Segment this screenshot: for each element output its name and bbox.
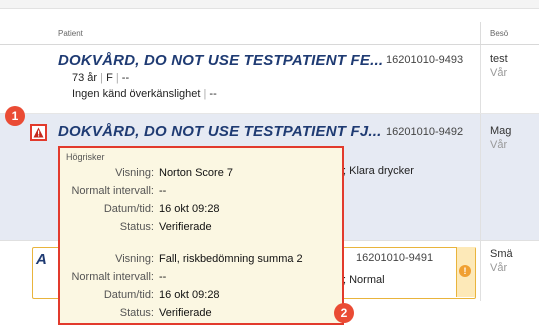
tooltip-field-datum: Datum/tid: 16 okt 09:28 <box>103 203 220 215</box>
column-header-patient[interactable]: Patient <box>58 29 83 38</box>
column-divider <box>480 114 481 240</box>
column-header-besok[interactable]: Besö <box>490 29 508 38</box>
diet-info: ; Normal <box>343 274 385 286</box>
list-header: Patient Besö <box>0 22 539 45</box>
visit-unit: Vår <box>490 139 508 151</box>
tooltip-field-intervall: Normalt intervall: -- <box>71 271 167 283</box>
visit-text: test <box>490 53 508 65</box>
visit-unit: Vår <box>490 262 508 274</box>
visit-text: Smä <box>490 248 513 260</box>
warning-triangle-icon[interactable] <box>30 124 47 141</box>
column-divider <box>480 22 481 44</box>
patient-row[interactable]: DOKVÅRD, DO NOT USE TESTPATIENT FE... 16… <box>0 45 539 114</box>
callout-badge-2: 2 <box>334 303 354 323</box>
patient-id: 16201010-9492 <box>386 126 464 138</box>
toolbar-strip <box>0 0 539 9</box>
visit-text: Mag <box>490 125 512 137</box>
tooltip-field-datum: Datum/tid: 16 okt 09:28 <box>103 289 220 301</box>
patient-name[interactable]: DOKVÅRD, DO NOT USE TESTPATIENT FE... <box>58 52 383 69</box>
patient-name[interactable]: DOKVÅRD, DO NOT USE TESTPATIENT FJ... <box>58 123 382 140</box>
patient-name[interactable]: A <box>36 251 47 268</box>
patient-id: 16201010-9493 <box>386 54 464 66</box>
tooltip-field-visning: Visning: Norton Score 7 <box>115 167 233 179</box>
tooltip-field-status: Status: Verifierade <box>119 307 212 319</box>
patient-allergy: Ingen känd överkänslighet | -- <box>72 88 217 100</box>
column-divider <box>480 45 481 113</box>
tooltip-title: Högrisker <box>66 152 105 162</box>
diet-info: ; Klara drycker <box>343 165 414 177</box>
tooltip-field-visning: Visning: Fall, riskbedömning summa 2 <box>115 253 303 265</box>
column-divider <box>480 241 481 301</box>
patient-id: 16201010-9491 <box>356 252 434 264</box>
high-risk-tooltip: Högrisker Visning: Norton Score 7 Normalt… <box>58 146 344 325</box>
tooltip-field-intervall: Normalt intervall: -- <box>71 185 167 197</box>
callout-badge-1: 1 <box>5 106 25 126</box>
tooltip-field-status: Status: Verifierade <box>119 221 212 233</box>
patient-demographics: 73 år | F | -- <box>72 72 130 84</box>
alert-circle-icon[interactable]: ! <box>459 265 471 277</box>
visit-unit: Vår <box>490 67 508 79</box>
